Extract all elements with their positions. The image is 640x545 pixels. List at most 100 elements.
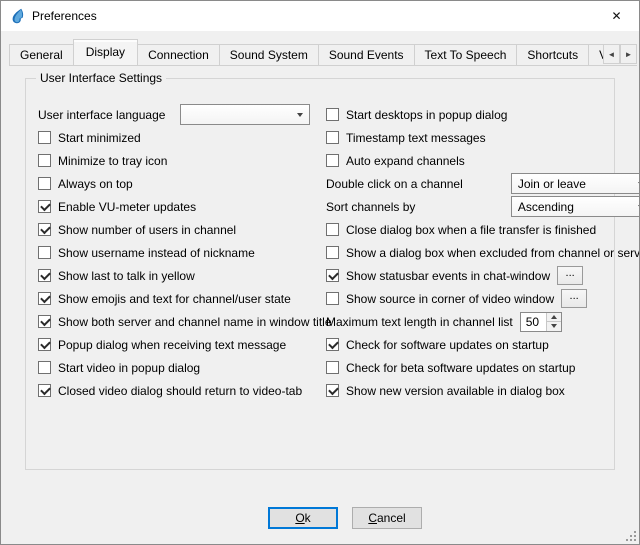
double-click-row: Double click on a channel Join or leave (326, 172, 640, 195)
checkbox-box (38, 246, 51, 259)
checkbox-server-channel-in-title[interactable]: Show both server and channel name in win… (38, 310, 310, 333)
checkbox-excluded-dialog[interactable]: Show a dialog box when excluded from cha… (326, 241, 640, 264)
max-text-length-label: Maximum text length in channel list (326, 315, 513, 329)
close-button[interactable]: ✕ (594, 1, 639, 31)
tab-scroll-left-icon: ◄ (608, 50, 616, 59)
left-column: User interface language Start minimized … (38, 103, 310, 402)
checkbox-popup-text-message[interactable]: Popup dialog when receiving text message (38, 333, 310, 356)
language-combobox[interactable] (180, 104, 310, 125)
sort-channels-combobox[interactable]: Ascending (511, 196, 640, 217)
checkbox-emojis-text-state[interactable]: Show emojis and text for channel/user st… (38, 287, 310, 310)
checkbox-label: Timestamp text messages (346, 131, 486, 145)
checkbox-label: Enable VU-meter updates (58, 200, 196, 214)
checkbox-label: Show emojis and text for channel/user st… (58, 292, 291, 306)
tab-text-to-speech[interactable]: Text To Speech (414, 44, 518, 66)
cancel-button[interactable]: Cancel (352, 507, 422, 529)
checkbox-new-version-dialog[interactable]: Show new version available in dialog box (326, 379, 640, 402)
max-text-length-spinbox[interactable]: 50 (520, 312, 562, 332)
checkbox-statusbar-events[interactable]: Show statusbar events in chat-window (326, 264, 550, 287)
checkbox-label: Show username instead of nickname (58, 246, 255, 260)
checkbox-label: Check for beta software updates on start… (346, 361, 575, 375)
double-click-combobox[interactable]: Join or leave (511, 173, 640, 194)
checkbox-video-source-corner[interactable]: Show source in corner of video window (326, 287, 554, 310)
sort-channels-label: Sort channels by (326, 200, 415, 214)
checkbox-desktops-popup[interactable]: Start desktops in popup dialog (326, 103, 640, 126)
checkbox-box (326, 384, 339, 397)
checkbox-show-user-count[interactable]: Show number of users in channel (38, 218, 310, 241)
sort-channels-value: Ascending (518, 200, 574, 214)
checkbox-label: Show a dialog box when excluded from cha… (346, 246, 640, 260)
tab-general[interactable]: General (9, 44, 74, 66)
checkbox-box (38, 223, 51, 236)
max-text-length-value: 50 (521, 313, 546, 331)
checkbox-box (38, 154, 51, 167)
video-source-options-button[interactable]: ... (561, 289, 587, 308)
checkbox-show-username[interactable]: Show username instead of nickname (38, 241, 310, 264)
resize-grip[interactable] (624, 529, 637, 542)
checkbox-label: Close dialog box when a file transfer is… (346, 223, 596, 237)
tab-shortcuts[interactable]: Shortcuts (516, 44, 589, 66)
checkbox-check-beta-updates[interactable]: Check for beta software updates on start… (326, 356, 640, 379)
sort-channels-row: Sort channels by Ascending (326, 195, 640, 218)
language-row: User interface language (38, 103, 310, 126)
tab-connection[interactable]: Connection (137, 44, 220, 66)
checkbox-label: Start video in popup dialog (58, 361, 200, 375)
tab-scroll-buttons: ◄ ► (603, 44, 637, 64)
cancel-button-label: Cancel (363, 511, 411, 525)
checkbox-box (326, 154, 339, 167)
spin-down-button[interactable] (547, 322, 561, 331)
double-click-label: Double click on a channel (326, 177, 463, 191)
checkbox-box (38, 361, 51, 374)
checkbox-box (326, 223, 339, 236)
checkbox-box (326, 131, 339, 144)
titlebar: Preferences ✕ (1, 1, 639, 31)
checkbox-label: Auto expand channels (346, 154, 465, 168)
checkbox-video-popup[interactable]: Start video in popup dialog (38, 356, 310, 379)
tab-scroll-right-icon: ► (625, 50, 633, 59)
checkbox-video-return-tab[interactable]: Closed video dialog should return to vid… (38, 379, 310, 402)
checkbox-label: Show both server and channel name in win… (58, 315, 332, 329)
checkbox-box (326, 338, 339, 351)
spin-up-button[interactable] (547, 313, 561, 323)
checkbox-start-minimized[interactable]: Start minimized (38, 126, 310, 149)
preferences-dialog: Preferences ✕ General Display Connection… (0, 0, 640, 545)
checkbox-box (38, 200, 51, 213)
checkbox-minimize-to-tray[interactable]: Minimize to tray icon (38, 149, 310, 172)
double-click-value: Join or leave (518, 177, 586, 191)
checkbox-box (38, 292, 51, 305)
checkbox-box (38, 338, 51, 351)
app-icon (9, 8, 25, 24)
checkbox-label: Show new version available in dialog box (346, 384, 565, 398)
tab-display[interactable]: Display (73, 39, 138, 66)
checkbox-label: Show statusbar events in chat-window (346, 269, 550, 283)
tab-scroll-left-button[interactable]: ◄ (603, 44, 620, 64)
checkbox-label: Start desktops in popup dialog (346, 108, 507, 122)
checkbox-label: Minimize to tray icon (58, 154, 167, 168)
checkbox-box (326, 108, 339, 121)
statusbar-events-options-button[interactable]: ... (557, 266, 583, 285)
language-label: User interface language (38, 108, 165, 122)
checkbox-box (38, 131, 51, 144)
spin-up-icon (551, 315, 557, 319)
checkbox-check-updates[interactable]: Check for software updates on startup (326, 333, 640, 356)
user-interface-settings-group: User Interface Settings User interface l… (25, 78, 615, 470)
checkbox-label: Always on top (58, 177, 133, 191)
checkbox-timestamp-messages[interactable]: Timestamp text messages (326, 126, 640, 149)
tab-scroll-right-button[interactable]: ► (620, 44, 637, 64)
checkbox-vu-meter-updates[interactable]: Enable VU-meter updates (38, 195, 310, 218)
checkbox-label: Show source in corner of video window (346, 292, 554, 306)
chevron-down-icon (297, 113, 303, 117)
checkbox-last-talk-yellow[interactable]: Show last to talk in yellow (38, 264, 310, 287)
checkbox-auto-expand-channels[interactable]: Auto expand channels (326, 149, 640, 172)
checkbox-box (38, 177, 51, 190)
tab-sound-system[interactable]: Sound System (219, 44, 319, 66)
close-icon: ✕ (611, 9, 621, 23)
ok-button[interactable]: Ok (268, 507, 338, 529)
checkbox-close-on-transfer[interactable]: Close dialog box when a file transfer is… (326, 218, 640, 241)
checkbox-box (326, 292, 339, 305)
checkbox-box (326, 361, 339, 374)
checkbox-box (326, 246, 339, 259)
group-title: User Interface Settings (36, 71, 166, 85)
checkbox-always-on-top[interactable]: Always on top (38, 172, 310, 195)
tab-sound-events[interactable]: Sound Events (318, 44, 415, 66)
